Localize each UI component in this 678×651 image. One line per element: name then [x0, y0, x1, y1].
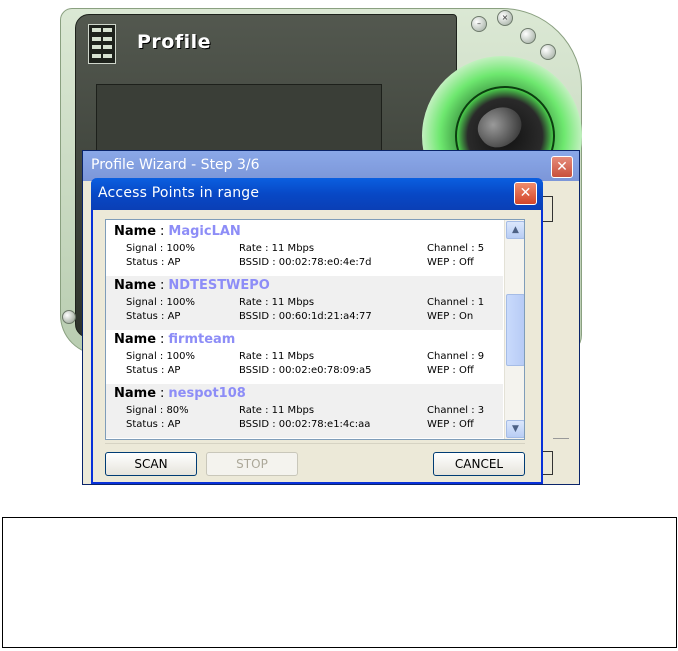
ap-bssid: BSSID : 00:02:78:e1:4c:aa [239, 419, 371, 430]
ap-name-label: Name [114, 278, 157, 293]
ap-wep: WEP : Off [427, 419, 474, 430]
ap-rate: Rate : 11 Mbps [239, 297, 315, 308]
extra-control-icon[interactable] [520, 28, 536, 44]
scroll-up-icon[interactable]: ▲ [506, 221, 524, 239]
access-point-item[interactable]: Name: nespot108 Signal : 80% Rate : 11 Mb… [106, 384, 503, 438]
profile-logo-icon [88, 24, 116, 64]
ap-status: Status : AP [126, 257, 181, 268]
vertical-scrollbar[interactable]: ▲ ▼ [504, 220, 524, 439]
access-points-dialog: Access Points in range ✕ Name: MagicLAN S… [91, 178, 543, 484]
access-point-item[interactable]: Name: NDTESTWEPO Signal : 100% Rate : 11 … [106, 276, 503, 330]
ap-signal: Signal : 80% [126, 405, 189, 416]
wizard-hidden-button[interactable] [542, 451, 553, 475]
ap-dialog-title: Access Points in range [98, 185, 260, 201]
scan-button[interactable]: SCAN [105, 452, 197, 476]
ap-signal: Signal : 100% [126, 351, 196, 362]
ap-wep: WEP : Off [427, 257, 474, 268]
app-title: Profile [137, 31, 212, 53]
empty-note-box [2, 517, 677, 648]
ap-name-separator: : [160, 224, 165, 239]
wizard-hidden-button[interactable] [542, 196, 553, 222]
access-point-item[interactable]: Name: firmteam Signal : 100% Rate : 11 Mb… [106, 330, 503, 384]
scroll-thumb[interactable] [506, 294, 524, 366]
ap-name: firmteam [168, 332, 236, 347]
ap-signal: Signal : 100% [126, 297, 196, 308]
ap-name-label: Name [114, 224, 157, 239]
ap-name-label: Name [114, 386, 157, 401]
app-side-knob-icon[interactable] [62, 310, 76, 324]
ap-channel: Channel : 3 [427, 405, 485, 416]
ap-signal: Signal : 100% [126, 243, 196, 254]
ap-name: NDTESTWEPO [168, 278, 270, 293]
wizard-title: Profile Wizard - Step 3/6 [91, 157, 260, 173]
access-point-list[interactable]: Name: MagicLAN Signal : 100% Rate : 11 Mb… [105, 219, 525, 440]
cancel-button[interactable]: CANCEL [433, 452, 525, 476]
ap-name-separator: : [160, 386, 165, 401]
ap-bssid: BSSID : 00:60:1d:21:a4:77 [239, 311, 372, 322]
stop-button[interactable]: STOP [206, 452, 298, 476]
wizard-divider [553, 438, 569, 439]
scroll-down-icon[interactable]: ▼ [506, 420, 524, 438]
minimize-icon[interactable]: – [471, 16, 487, 32]
ap-status: Status : AP [126, 419, 181, 430]
access-point-item[interactable]: Name: MagicLAN Signal : 100% Rate : 11 Mb… [106, 222, 503, 276]
wizard-title-bar[interactable]: Profile Wizard - Step 3/6 ✕ [83, 151, 579, 181]
ap-wep: WEP : On [427, 311, 474, 322]
ap-status: Status : AP [126, 311, 181, 322]
ap-dialog-close-button[interactable]: ✕ [514, 182, 537, 205]
ap-rate: Rate : 11 Mbps [239, 243, 315, 254]
ap-name-separator: : [160, 332, 165, 347]
ap-rate: Rate : 11 Mbps [239, 351, 315, 362]
ap-dialog-title-bar[interactable]: Access Points in range ✕ [91, 178, 543, 210]
close-icon[interactable]: × [497, 10, 513, 26]
extra-control-icon[interactable] [540, 44, 556, 60]
ap-bssid: BSSID : 00:02:e0:78:09:a5 [239, 365, 372, 376]
ap-channel: Channel : 5 [427, 243, 485, 254]
ap-name: nespot108 [168, 386, 246, 401]
ap-name: MagicLAN [168, 224, 241, 239]
ap-rate: Rate : 11 Mbps [239, 405, 315, 416]
ap-wep: WEP : Off [427, 365, 474, 376]
ap-name-separator: : [160, 278, 165, 293]
dialog-divider [105, 443, 525, 444]
ap-channel: Channel : 1 [427, 297, 485, 308]
ap-bssid: BSSID : 00:02:78:e0:4e:7d [239, 257, 372, 268]
ap-channel: Channel : 9 [427, 351, 485, 362]
ap-status: Status : AP [126, 365, 181, 376]
ap-name-label: Name [114, 332, 157, 347]
wizard-close-button[interactable]: ✕ [551, 156, 573, 178]
